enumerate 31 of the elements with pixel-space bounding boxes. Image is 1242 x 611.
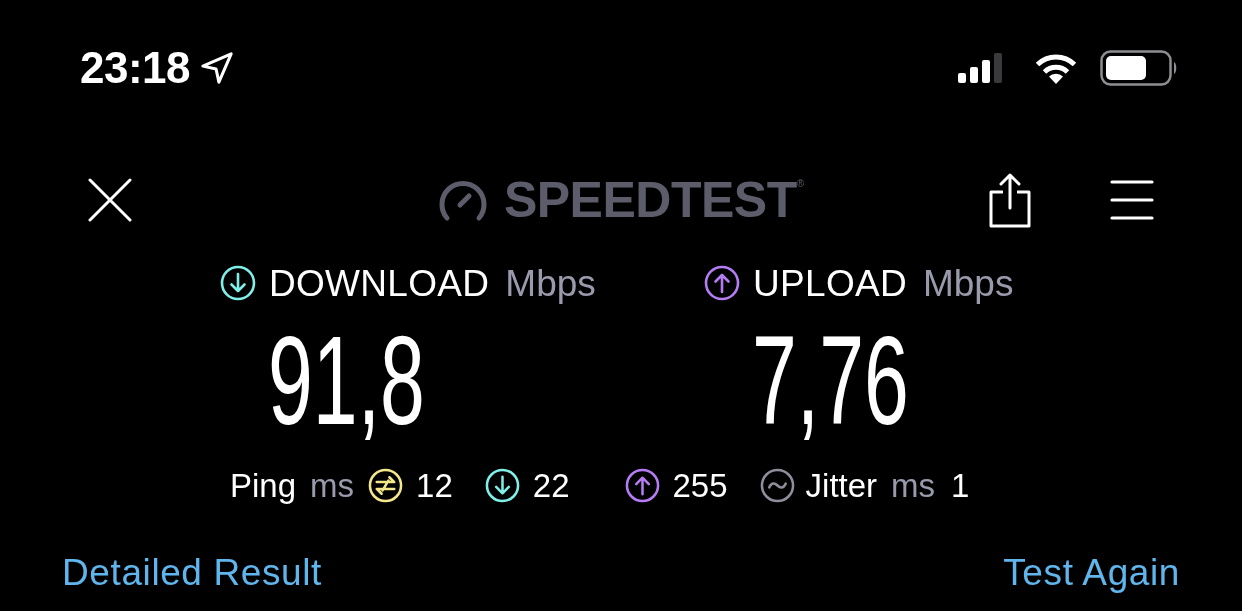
ping-label: Ping bbox=[230, 468, 297, 502]
result-label: UPLOAD bbox=[753, 264, 907, 302]
close-button[interactable] bbox=[88, 178, 132, 222]
share-button[interactable] bbox=[988, 172, 1032, 228]
unit-label: ms bbox=[310, 468, 355, 502]
location-arrow-icon bbox=[200, 51, 235, 85]
test-again-link[interactable]: Test Again bbox=[1003, 553, 1180, 591]
ping-value: 12 bbox=[416, 468, 453, 502]
jitter-label: Jitter bbox=[805, 468, 878, 502]
wave-circle-icon bbox=[759, 467, 795, 503]
trademark-mark: ® bbox=[796, 179, 805, 189]
unit-label: ms bbox=[891, 468, 936, 502]
wifi-icon bbox=[1034, 52, 1078, 84]
unit-label: Mbps bbox=[505, 264, 596, 302]
battery-icon bbox=[1100, 50, 1178, 86]
menu-icon bbox=[1110, 178, 1154, 222]
gauge-icon bbox=[437, 178, 488, 222]
ping-value: 22 bbox=[532, 468, 570, 502]
result-value: 7,76 bbox=[752, 318, 909, 443]
result-value: 91,8 bbox=[268, 318, 425, 443]
result-label: DOWNLOAD bbox=[269, 264, 490, 302]
menu-button[interactable] bbox=[1110, 178, 1154, 222]
unit-label: Mbps bbox=[922, 264, 1014, 302]
signal-icon bbox=[958, 53, 1002, 83]
close-icon bbox=[88, 178, 132, 222]
jitter-value: 1 bbox=[951, 468, 970, 502]
share-icon bbox=[989, 172, 1031, 228]
status-time: 23:18 bbox=[80, 46, 191, 90]
ping-value: 255 bbox=[672, 468, 728, 502]
detailed-result-link[interactable]: Detailed Result bbox=[62, 553, 322, 591]
logo-text: SPEEDTEST bbox=[503, 175, 797, 225]
